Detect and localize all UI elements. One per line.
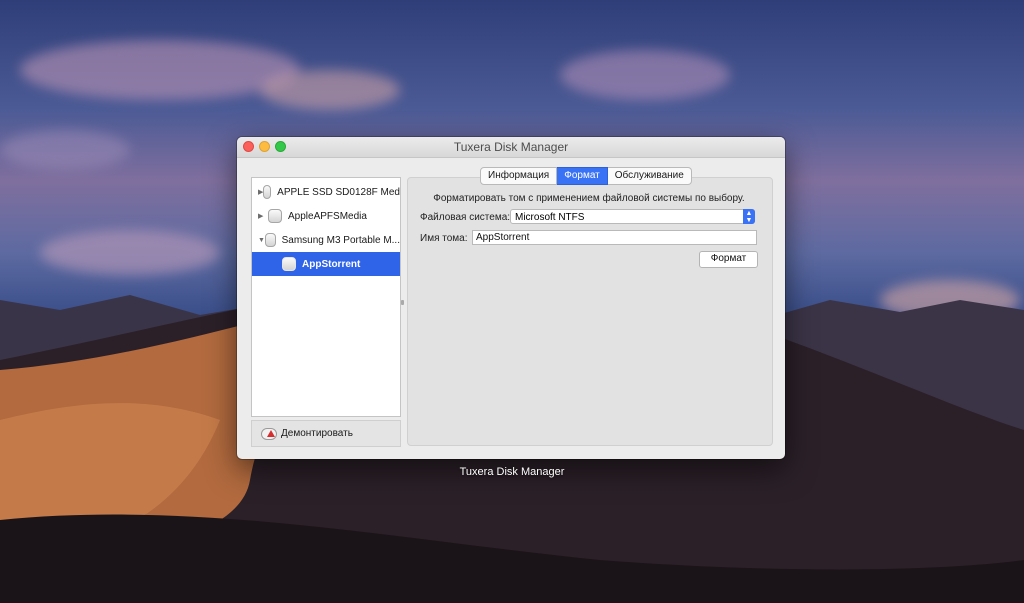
window-title: Tuxera Disk Manager	[453, 140, 569, 154]
tab-bar: Информация Формат Обслуживание	[480, 167, 692, 185]
volume-name-label: Имя тома:	[420, 233, 468, 244]
unmount-button[interactable]: Демонтировать	[251, 420, 401, 447]
eject-icon	[261, 427, 277, 440]
volume-name-input[interactable]: AppStorrent	[472, 230, 757, 245]
unmount-label: Демонтировать	[281, 428, 353, 439]
disk-label: AppleAPFSMedia	[288, 210, 367, 222]
app-window: Tuxera Disk Manager ▶ APPLE SSD SD0128F …	[237, 137, 785, 459]
disk-label: APPLE SSD SD0128F Med	[277, 186, 400, 198]
disk-icon	[268, 209, 282, 223]
title-bar: Tuxera Disk Manager	[237, 137, 785, 158]
disk-list-item[interactable]: ▶ AppleAPFSMedia	[252, 204, 400, 228]
filesystem-label: Файловая система:	[420, 212, 511, 223]
split-view-handle[interactable]	[401, 300, 404, 305]
tab-format[interactable]: Формат	[557, 167, 608, 185]
volume-label: AppStorrent	[302, 258, 361, 270]
tab-maintenance[interactable]: Обслуживание	[607, 167, 692, 185]
format-button[interactable]: Формат	[699, 251, 758, 268]
volume-list-item-selected[interactable]: AppStorrent	[252, 252, 400, 276]
disk-label: Samsung M3 Portable M...	[281, 234, 400, 246]
disk-icon	[263, 185, 272, 199]
tab-info[interactable]: Информация	[480, 167, 558, 185]
disclosure-triangle-icon[interactable]: ▼	[258, 237, 265, 244]
disk-icon	[265, 233, 276, 247]
disk-list-item[interactable]: ▼ Samsung M3 Portable M...	[252, 228, 400, 252]
format-description: Форматировать том с применением файловой…	[433, 193, 745, 204]
disk-list: ▶ APPLE SSD SD0128F Med ▶ AppleAPFSMedia…	[251, 177, 401, 417]
filesystem-select[interactable]: Microsoft NTFS ▲ ▼	[510, 209, 755, 224]
filesystem-value: Microsoft NTFS	[515, 212, 585, 223]
disclosure-triangle-icon[interactable]: ▶	[258, 212, 268, 220]
disk-list-item[interactable]: ▶ APPLE SSD SD0128F Med	[252, 180, 400, 204]
dock-tooltip: Tuxera Disk Manager	[459, 466, 565, 478]
chevron-updown-icon: ▲ ▼	[743, 209, 755, 224]
volume-icon	[282, 257, 296, 271]
